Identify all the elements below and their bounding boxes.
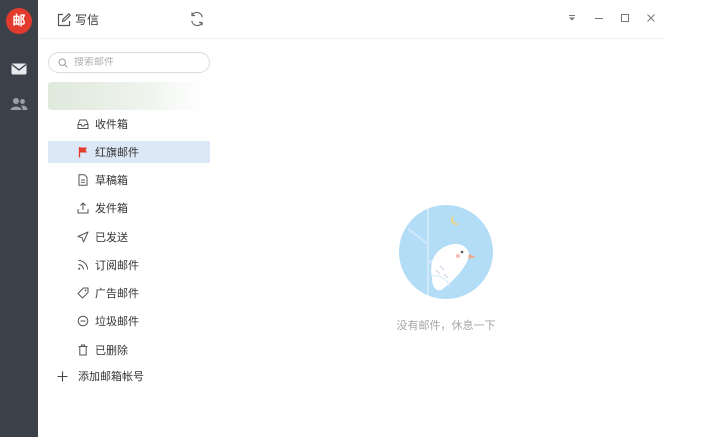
folder-outbox[interactable]: 发件箱 [48, 197, 210, 219]
account-item[interactable] [48, 82, 204, 110]
folder-ads[interactable]: 广告邮件 [48, 282, 210, 304]
folder-label: 已删除 [95, 345, 128, 357]
spam-icon [77, 315, 89, 327]
folder-label: 红旗邮件 [95, 147, 139, 159]
folder-label: 订阅邮件 [95, 260, 139, 272]
folder-drafts[interactable]: 草稿箱 [48, 169, 210, 191]
sent-icon [77, 231, 89, 243]
folder-label: 发件箱 [95, 203, 128, 215]
folder-flagged[interactable]: 红旗邮件 [48, 141, 210, 163]
folder-label: 收件箱 [95, 119, 128, 131]
folder-label: 垃圾邮件 [95, 316, 139, 328]
refresh-icon[interactable] [189, 11, 205, 27]
header-divider [38, 38, 663, 39]
plus-icon [57, 371, 68, 382]
edit-icon [57, 12, 71, 27]
add-account-label: 添加邮箱帐号 [78, 371, 144, 383]
window-edge [663, 0, 719, 437]
menu-icon[interactable] [565, 11, 579, 25]
trash-icon [77, 344, 89, 356]
folder-trash[interactable]: 已删除 [48, 339, 210, 361]
search-icon [58, 57, 68, 68]
folder-sent[interactable]: 已发送 [48, 226, 210, 248]
inbox-icon [77, 118, 89, 130]
empty-state-message: 没有邮件，休息一下 [396, 320, 496, 332]
draft-icon [77, 174, 89, 186]
close-icon[interactable] [644, 11, 658, 25]
add-account-button[interactable]: 添加邮箱帐号 [57, 368, 144, 384]
search-box[interactable] [48, 52, 210, 73]
outbox-icon [77, 202, 89, 214]
flag-icon [77, 146, 89, 158]
maximize-icon[interactable] [618, 11, 632, 25]
folder-subscriptions[interactable]: 订阅邮件 [48, 254, 210, 276]
folder-spam[interactable]: 垃圾邮件 [48, 310, 210, 332]
minimize-icon[interactable] [592, 11, 606, 25]
folder-label: 广告邮件 [95, 288, 139, 300]
tag-icon [77, 287, 89, 299]
folder-label: 草稿箱 [95, 175, 128, 187]
folder-label: 已发送 [95, 232, 128, 244]
folder-inbox[interactable]: 收件箱 [48, 113, 210, 135]
app-logo: 邮 [6, 8, 32, 34]
rss-icon [77, 259, 89, 271]
mail-icon[interactable] [8, 59, 30, 79]
left-rail: 邮 [0, 0, 38, 437]
compose-button[interactable]: 写信 [57, 11, 99, 28]
search-input[interactable] [74, 57, 194, 68]
contacts-icon[interactable] [8, 94, 30, 114]
dove-moon-illustration [398, 204, 494, 300]
compose-label: 写信 [75, 13, 100, 27]
